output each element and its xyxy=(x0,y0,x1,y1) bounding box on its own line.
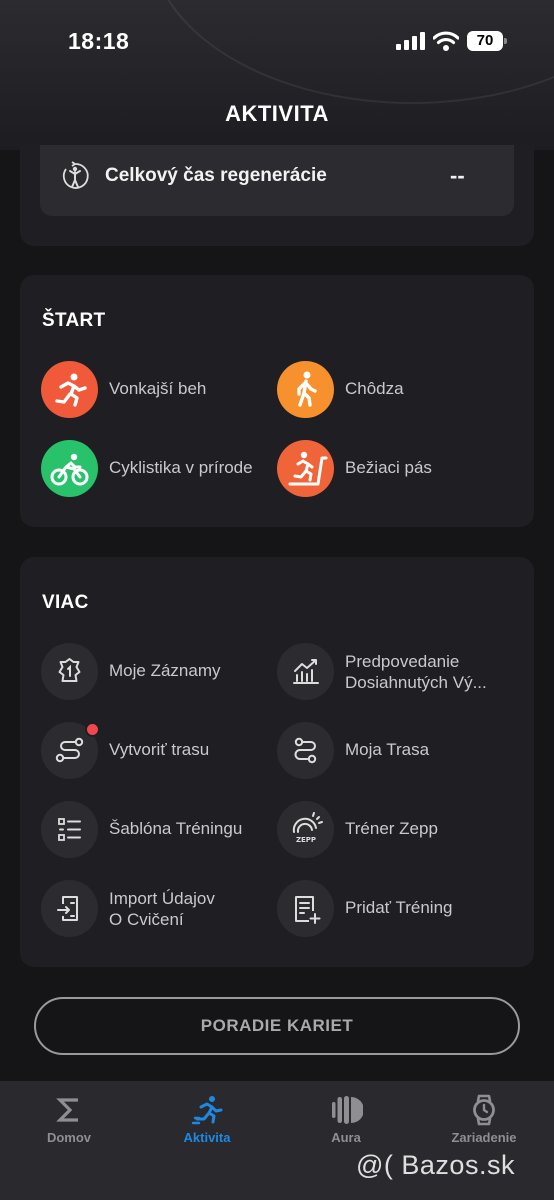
tab-device[interactable]: Zariadenie xyxy=(429,1093,539,1153)
recovery-row[interactable]: Celkový čas regenerácie -- xyxy=(40,145,514,216)
start-item-label: Cyklistika v prírode xyxy=(109,458,253,477)
add-training-icon xyxy=(277,880,334,937)
status-bar: 18:18 70 xyxy=(0,0,554,80)
zepp-coach-icon: ZEPP xyxy=(277,801,334,858)
more-item-my-records[interactable]: Moje Záznamy xyxy=(41,643,277,701)
watch-icon xyxy=(473,1094,495,1126)
more-item-add-training[interactable]: Pridať Tréning xyxy=(277,880,513,938)
more-item-training-template[interactable]: Šablóna Tréningu xyxy=(41,801,277,859)
start-item-treadmill[interactable]: Bežiaci pás xyxy=(277,440,513,498)
more-item-label: Import Údajov O Cvičení xyxy=(109,888,279,930)
recovery-label: Celkový čas regenerácie xyxy=(105,165,327,186)
tab-home[interactable]: Domov xyxy=(14,1093,124,1153)
start-item-label: Chôdza xyxy=(345,379,404,398)
bottom-tab-bar: Domov Aktivita Aura Zariadenie xyxy=(0,1081,554,1200)
more-item-label: Moja Trasa xyxy=(345,740,430,759)
more-item-label-line2: O Cvičení xyxy=(109,910,184,929)
running-icon xyxy=(41,361,98,418)
more-item-label: Pridať Tréning xyxy=(345,898,453,917)
cycling-icon xyxy=(41,440,98,497)
start-item-label: Bežiaci pás xyxy=(345,458,432,477)
start-card: ŠTART Vonkajší beh Chôdza Cyklistika v p… xyxy=(20,275,534,527)
tab-label: Aura xyxy=(331,1130,361,1145)
more-item-label-line2: Dosiahnutých Vý... xyxy=(345,673,487,692)
import-icon xyxy=(41,880,98,937)
prediction-icon xyxy=(277,643,334,700)
start-item-walking[interactable]: Chôdza xyxy=(277,361,513,419)
more-item-import-data[interactable]: Import Údajov O Cvičení xyxy=(41,880,277,938)
battery-level: 70 xyxy=(467,31,503,51)
more-item-create-route[interactable]: Vytvoriť trasu xyxy=(41,722,277,780)
more-card: VIAC Moje Záznamy Predpovedanie Dosiahnu… xyxy=(20,557,534,967)
tab-activity[interactable]: Aktivita xyxy=(152,1093,262,1153)
recovery-icon xyxy=(62,161,89,189)
more-item-label: Predpovedanie Dosiahnutých Vý... xyxy=(345,651,515,693)
treadmill-icon xyxy=(277,440,334,497)
template-icon xyxy=(41,801,98,858)
activity-icon xyxy=(191,1096,223,1125)
more-item-zepp-coach[interactable]: ZEPP Tréner Zepp xyxy=(277,801,513,859)
wifi-icon xyxy=(433,31,459,51)
more-item-prediction[interactable]: Predpovedanie Dosiahnutých Vý... xyxy=(277,643,513,701)
page-title: AKTIVITA xyxy=(225,101,329,126)
more-item-label: Vytvoriť trasu xyxy=(109,740,210,759)
tab-label: Domov xyxy=(46,1130,92,1145)
zepp-icon-text: ZEPP xyxy=(296,836,316,844)
records-icon xyxy=(41,643,98,700)
status-time: 18:18 xyxy=(68,28,130,54)
tab-label: Zariadenie xyxy=(451,1130,517,1145)
start-item-label: Vonkajší beh xyxy=(109,379,207,398)
more-item-label: Šablóna Tréningu xyxy=(109,819,243,838)
sigma-icon xyxy=(56,1098,78,1122)
start-title: ŠTART xyxy=(42,310,106,331)
tab-label: Aktivita xyxy=(183,1130,231,1145)
walking-icon xyxy=(277,361,334,418)
my-route-icon xyxy=(277,722,334,779)
tab-aura[interactable]: Aura xyxy=(291,1093,401,1153)
aura-icon xyxy=(332,1096,363,1124)
more-item-my-route[interactable]: Moja Trasa xyxy=(277,722,513,780)
recovery-value: -- xyxy=(450,163,465,188)
notification-badge xyxy=(85,722,100,737)
more-item-label-line1: Import Údajov xyxy=(109,889,215,908)
reorder-cards-button[interactable]: PORADIE KARIET xyxy=(34,997,520,1055)
more-title: VIAC xyxy=(42,592,89,613)
start-item-outdoor-cycling[interactable]: Cyklistika v prírode xyxy=(41,440,277,498)
more-item-label: Tréner Zepp xyxy=(345,819,438,838)
more-item-label: Moje Záznamy xyxy=(109,661,221,680)
more-item-label-line1: Predpovedanie xyxy=(345,652,460,671)
battery-icon: 70 xyxy=(467,31,507,51)
cellular-signal-icon xyxy=(396,32,426,50)
start-item-outdoor-run[interactable]: Vonkajší beh xyxy=(41,361,277,419)
watermark: @( Bazos.sk xyxy=(356,1150,515,1180)
